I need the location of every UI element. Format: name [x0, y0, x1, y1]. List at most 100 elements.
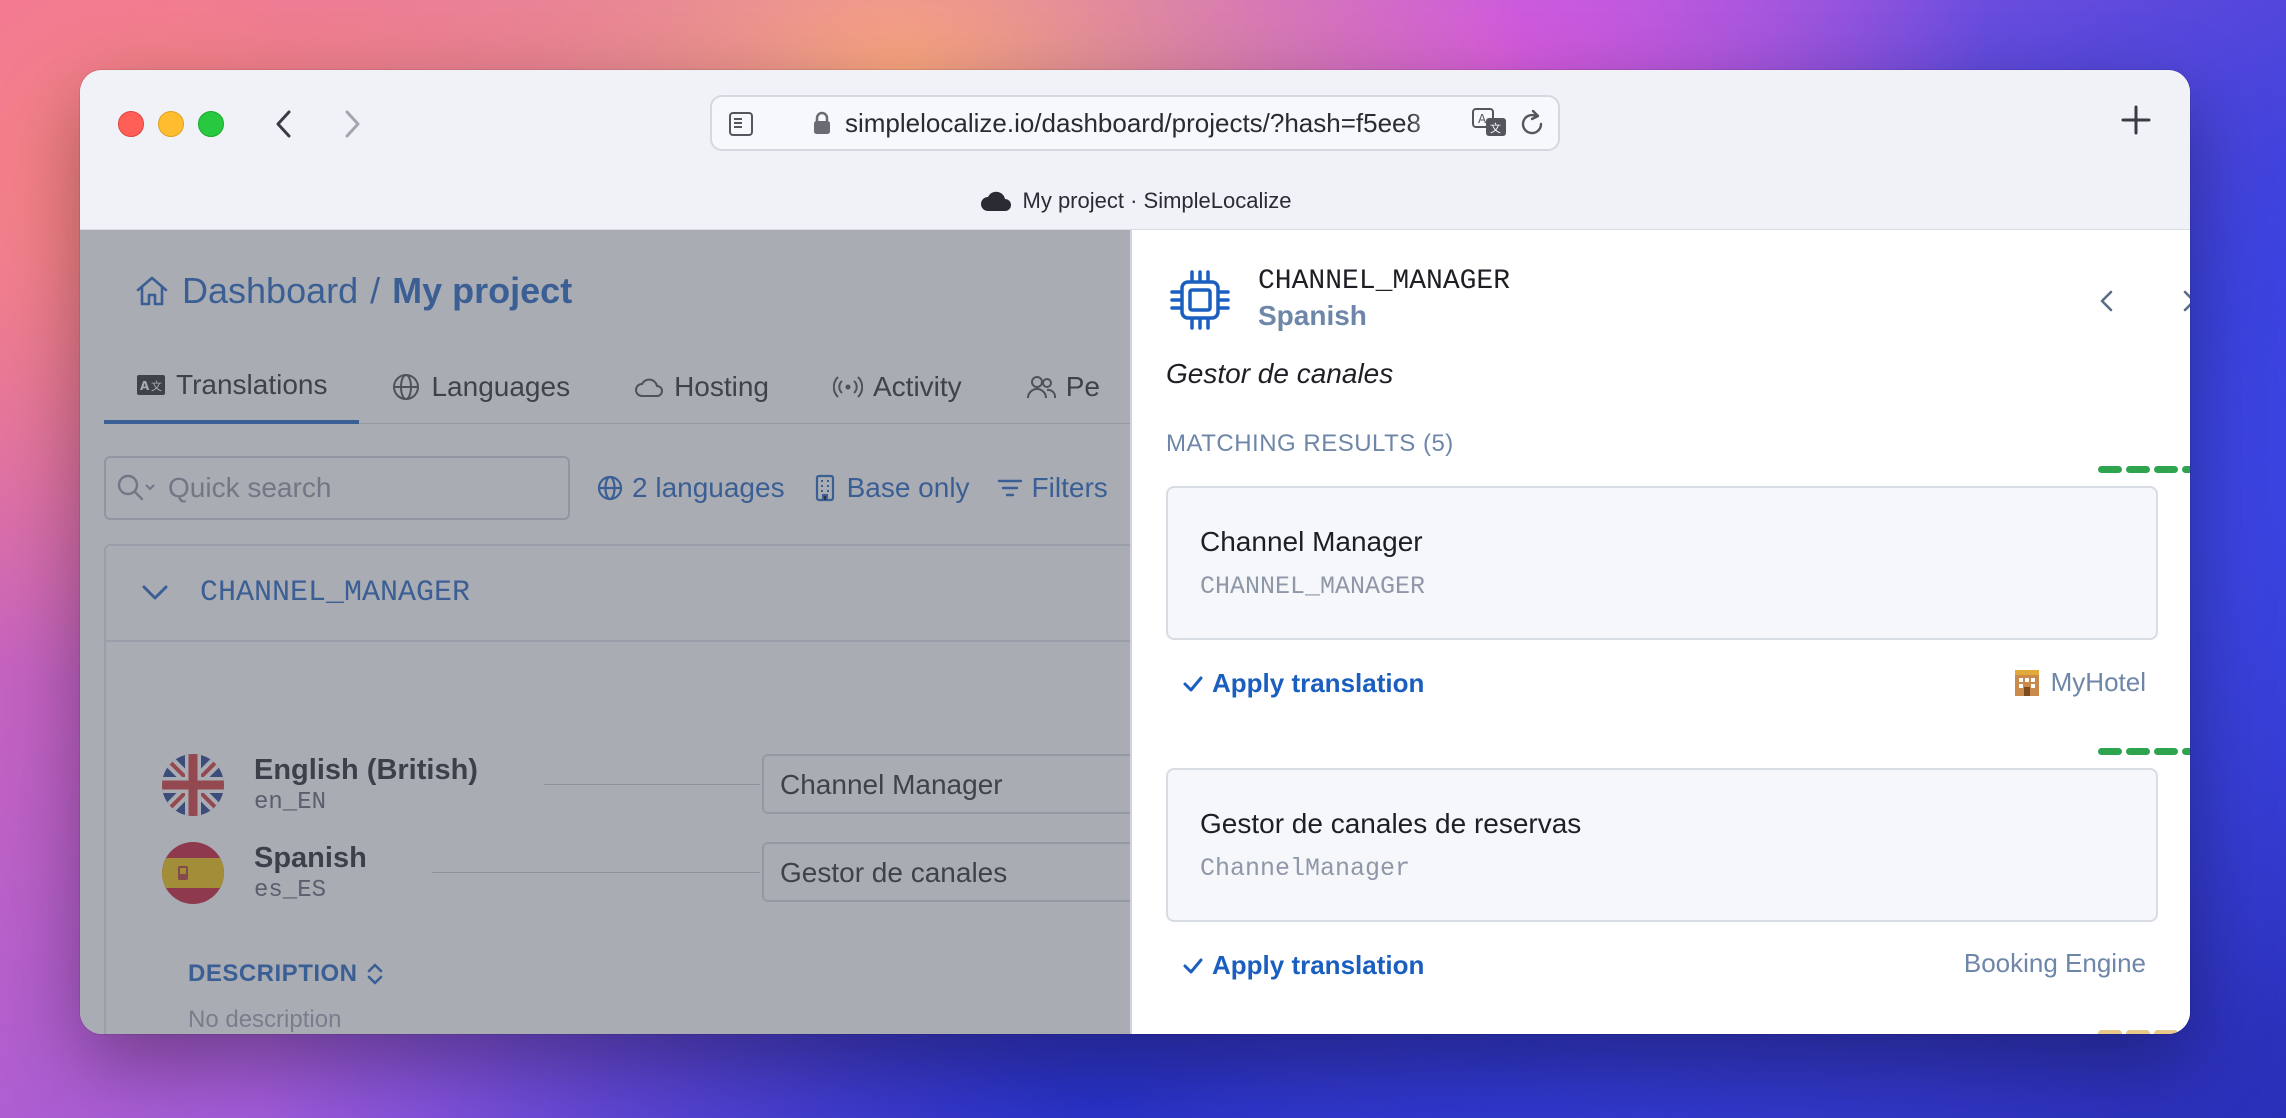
uk-flag-icon	[162, 754, 224, 816]
quality-indicator	[2098, 748, 2190, 755]
quality-dot	[2126, 466, 2150, 473]
breadcrumb: Dashboard / My project	[134, 270, 572, 312]
matching-result-card[interactable]: Channel Manager CHANNEL_MANAGER	[1166, 486, 2158, 640]
chevron-down-icon[interactable]	[140, 582, 170, 604]
apply-translation-label: Apply translation	[1212, 950, 1425, 980]
language-name: English (British)	[254, 754, 478, 786]
filter-icon	[997, 479, 1022, 497]
base-only-filter-button[interactable]: Base only	[811, 472, 970, 504]
chevron-left-icon	[276, 110, 291, 138]
svg-text:A: A	[140, 379, 150, 393]
quick-search-input[interactable]: Quick search	[104, 456, 570, 520]
base-only-filter-label: Base only	[846, 472, 970, 503]
translate-icon: A文	[137, 375, 165, 395]
home-icon	[136, 276, 168, 306]
check-icon	[1183, 958, 1203, 973]
tab-label: Hosting	[674, 371, 769, 402]
close-window-button[interactable]	[118, 111, 144, 137]
quality-indicator	[2098, 1030, 2190, 1034]
description-toggle[interactable]: DESCRIPTION	[188, 960, 386, 988]
broadcast-icon	[833, 376, 863, 398]
quality-dot	[2182, 1030, 2190, 1034]
breadcrumb-dashboard-link[interactable]: Dashboard	[182, 270, 358, 312]
quality-dot	[2098, 466, 2122, 473]
result-key: CHANNEL_MANAGER	[1200, 572, 1426, 601]
quality-dot	[2182, 748, 2190, 755]
language-row-spanish: Spanish es_ES	[162, 842, 367, 904]
language-name: Spanish	[254, 842, 367, 874]
row-connector	[432, 872, 760, 873]
tab-people[interactable]: Pe	[994, 350, 1130, 424]
previous-button[interactable]	[2092, 286, 2122, 316]
browser-titlebar: simplelocalize.io/dashboard/projects/?ha…	[80, 70, 2190, 230]
search-placeholder: Quick search	[168, 472, 332, 503]
result-source: Booking Engine	[1964, 948, 2146, 979]
matching-result-card[interactable]: Gestor de canales de reservas ChannelMan…	[1166, 768, 2158, 922]
language-code: en_EN	[254, 789, 327, 816]
next-button[interactable]	[2174, 286, 2190, 316]
tab-languages[interactable]: Languages	[359, 350, 602, 424]
panel-key-name: CHANNEL_MANAGER	[1258, 266, 1511, 297]
matching-results-heading: MATCHING RESULTS (5)	[1166, 430, 1454, 457]
result-source: MyHotel	[2011, 666, 2146, 698]
tab-title[interactable]: My project · SimpleLocalize	[80, 188, 2190, 214]
globe-icon	[597, 475, 623, 501]
hotel-icon	[2014, 670, 2039, 696]
translation-input-spanish[interactable]: Gestor de canales	[762, 842, 1130, 902]
tab-label: Activity	[873, 371, 962, 402]
tab-activity[interactable]: Activity	[801, 350, 994, 424]
quality-dot	[2154, 1030, 2178, 1034]
language-code: es_ES	[254, 877, 327, 904]
svg-text:文: 文	[151, 379, 162, 393]
quality-dot	[2098, 748, 2122, 755]
quality-dot	[2154, 466, 2178, 473]
languages-filter-button[interactable]: 2 languages	[596, 472, 785, 504]
chevron-right-icon	[345, 110, 360, 138]
maximize-window-button[interactable]	[198, 111, 224, 137]
cloud-logo-icon	[980, 191, 1011, 211]
search-icon	[117, 474, 155, 501]
result-text: Gestor de canales de reservas	[1200, 808, 1582, 839]
reload-icon[interactable]	[1518, 109, 1546, 139]
new-tab-button[interactable]	[2116, 100, 2156, 140]
result-source-label: Booking Engine	[1963, 948, 2146, 978]
svg-text:A: A	[1478, 112, 1487, 126]
result-text: Channel Manager	[1200, 526, 1423, 557]
result-key: ChannelManager	[1200, 854, 1411, 883]
apply-translation-button[interactable]: Apply translation	[1182, 668, 1424, 699]
project-tabs: A文 Translations Languages Hosting Activi…	[104, 350, 1130, 424]
chevron-up-down-icon	[367, 963, 382, 985]
panel-current-value: Gestor de canales	[1166, 358, 1394, 389]
back-button[interactable]	[266, 106, 302, 142]
address-bar[interactable]: simplelocalize.io/dashboard/projects/?ha…	[710, 95, 1560, 151]
translation-input-english[interactable]: Channel Manager	[762, 754, 1130, 814]
tab-title-text: My project · SimpleLocalize	[1022, 188, 1292, 213]
spain-flag-icon	[162, 842, 224, 904]
key-header[interactable]: CHANNEL_MANAGER	[106, 546, 1130, 642]
apply-translation-button[interactable]: Apply translation	[1182, 950, 1424, 981]
svg-text:文: 文	[1490, 121, 1501, 135]
tab-translations[interactable]: A文 Translations	[104, 350, 360, 424]
translate-page-icon[interactable]: A文	[1472, 107, 1508, 139]
apply-translation-label: Apply translation	[1212, 668, 1425, 698]
translation-suggestions-panel: CHANNEL_MANAGER Spanish Gestor de canale…	[1130, 230, 2190, 1034]
filters-button[interactable]: Filters	[996, 472, 1108, 504]
sidebar-icon[interactable]	[728, 110, 754, 138]
people-icon	[1026, 376, 1056, 399]
quality-dot	[2182, 466, 2190, 473]
globe-icon	[393, 374, 420, 400]
key-name: CHANNEL_MANAGER	[200, 576, 471, 610]
tab-hosting[interactable]: Hosting	[602, 350, 801, 424]
breadcrumb-separator: /	[370, 270, 381, 311]
description-label: DESCRIPTION	[188, 960, 358, 987]
check-icon	[1183, 676, 1203, 691]
lock-icon	[814, 111, 830, 134]
minimize-window-button[interactable]	[158, 111, 184, 137]
quality-dot	[2126, 1030, 2150, 1034]
building-icon	[815, 474, 834, 502]
breadcrumb-current: My project	[392, 270, 573, 311]
panel-language: Spanish	[1258, 300, 1367, 331]
tab-label: Languages	[431, 371, 571, 402]
tab-label: Translations	[176, 369, 328, 400]
forward-button[interactable]	[334, 106, 370, 142]
